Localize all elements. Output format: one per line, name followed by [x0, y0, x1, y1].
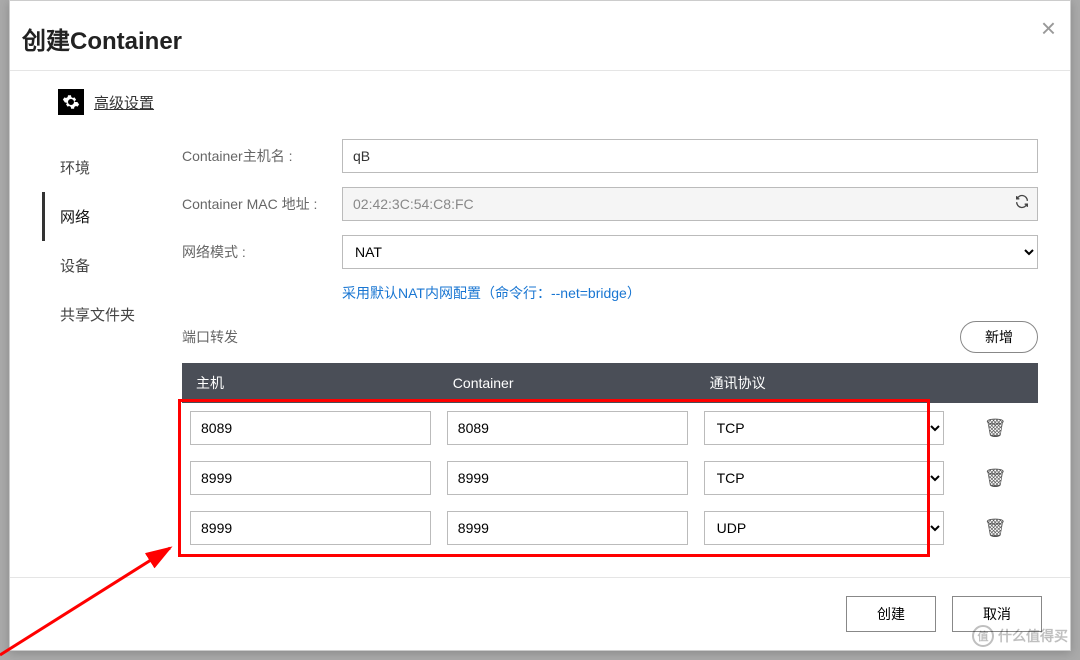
network-mode-select[interactable]: NAT — [342, 235, 1038, 269]
dialog-header: 创建Container × — [10, 1, 1070, 71]
gear-icon — [58, 89, 84, 115]
create-button[interactable]: 创建 — [846, 596, 936, 632]
container-port-input[interactable] — [447, 461, 688, 495]
trash-icon[interactable]: 🗑 — [952, 453, 1038, 503]
table-row: UDP 🗑 — [182, 503, 1038, 553]
table-row: TCP 🗑 — [182, 453, 1038, 503]
dialog-footer: 创建 取消 — [10, 577, 1070, 650]
col-host: 主机 — [182, 363, 439, 403]
advanced-settings-link[interactable]: 高级设置 — [94, 92, 154, 113]
sidebar-item-network[interactable]: 网络 — [42, 192, 152, 241]
sidebar-item-shared[interactable]: 共享文件夹 — [42, 290, 152, 339]
close-icon[interactable]: × — [1041, 15, 1056, 41]
col-protocol: 通讯协议 — [696, 363, 953, 403]
hostname-input[interactable] — [342, 139, 1038, 173]
dialog-title: 创建Container — [22, 21, 1050, 56]
cancel-button[interactable]: 取消 — [952, 596, 1042, 632]
col-container: Container — [439, 363, 696, 403]
mac-label: Container MAC 地址 : — [182, 194, 342, 214]
mac-input[interactable] — [342, 187, 1038, 221]
container-port-input[interactable] — [447, 511, 688, 545]
protocol-select[interactable]: UDP — [704, 511, 945, 545]
network-panel: Container主机名 : Container MAC 地址 : 网络模式 : — [182, 133, 1038, 553]
mode-label: 网络模式 : — [182, 242, 342, 262]
settings-sidebar: 环境 网络 设备 共享文件夹 — [42, 133, 152, 553]
protocol-select[interactable]: TCP — [704, 411, 945, 445]
nat-hint: 采用默认NAT内网配置（命令行：--net=bridge） — [342, 283, 1038, 303]
create-container-dialog: 创建Container × 高级设置 环境 网络 设备 共享文件夹 Contai… — [9, 0, 1071, 651]
sidebar-item-env[interactable]: 环境 — [42, 143, 152, 192]
host-port-input[interactable] — [190, 511, 431, 545]
host-port-input[interactable] — [190, 411, 431, 445]
port-forward-table: 主机 Container 通讯协议 TCP 🗑 — [182, 363, 1038, 553]
sidebar-item-device[interactable]: 设备 — [42, 241, 152, 290]
protocol-select[interactable]: TCP — [704, 461, 945, 495]
dialog-body: 高级设置 环境 网络 设备 共享文件夹 Container主机名 : Conta… — [10, 71, 1070, 577]
trash-icon[interactable]: 🗑 — [952, 503, 1038, 553]
host-port-input[interactable] — [190, 461, 431, 495]
trash-icon[interactable]: 🗑 — [952, 403, 1038, 453]
container-port-input[interactable] — [447, 411, 688, 445]
advanced-settings-row[interactable]: 高级设置 — [58, 89, 1038, 115]
table-row: TCP 🗑 — [182, 403, 1038, 453]
port-forward-label: 端口转发 — [182, 327, 238, 347]
refresh-icon[interactable] — [1014, 194, 1030, 215]
add-port-button[interactable]: 新增 — [960, 321, 1038, 353]
hostname-label: Container主机名 : — [182, 146, 342, 166]
